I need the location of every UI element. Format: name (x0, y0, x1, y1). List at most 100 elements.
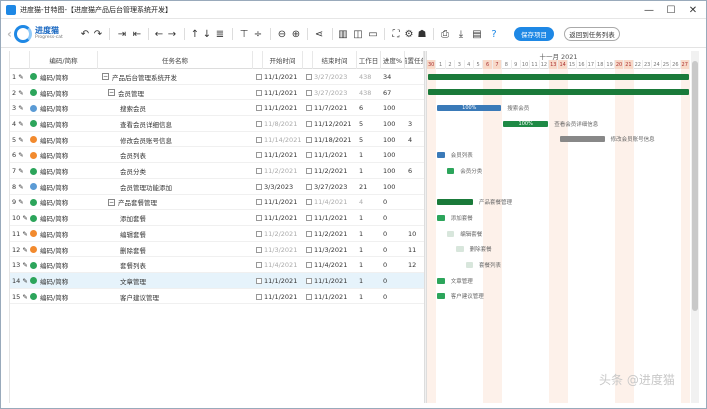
save-project-button[interactable]: 保存项目 (514, 27, 554, 41)
split-icon[interactable]: ÷ (252, 27, 264, 41)
predecessor-cell[interactable] (408, 210, 424, 226)
start-checkbox[interactable] (256, 215, 262, 222)
view-split-icon[interactable]: ◫ (352, 27, 364, 41)
end-checkbox[interactable] (306, 183, 312, 190)
table-row[interactable]: 15 ✎ 编码/简称 客户建议管理 11/1/2021 11/1/2021 1 0 (10, 289, 424, 305)
predecessor-cell[interactable] (408, 195, 424, 211)
end-date-cell[interactable]: 11/18/2021 (306, 132, 356, 148)
indent-icon[interactable]: ⇥ (115, 27, 129, 41)
header-workdays[interactable]: 工作日 (357, 51, 381, 69)
end-checkbox[interactable] (306, 120, 312, 127)
table-row[interactable]: 14 ✎ 编码/简称 文章管理 11/1/2021 11/1/2021 1 0 (10, 273, 424, 289)
progress-cell[interactable]: 100 (383, 100, 405, 116)
task-name-cell[interactable]: 编辑套餐 (120, 226, 253, 242)
end-checkbox[interactable] (306, 246, 312, 253)
table-row[interactable]: 11 ✎ 编码/简称 编辑套餐 11/2/2021 11/2/2021 1 0 10 (10, 226, 424, 242)
code-cell[interactable]: 编码/简称 (30, 116, 98, 132)
task-name-cell[interactable]: 会员分类 (120, 163, 253, 179)
start-date-cell[interactable]: 11/1/2021 (256, 195, 304, 211)
task-name-cell[interactable]: 会员管理功能添加 (120, 179, 253, 195)
workdays-cell[interactable]: 5 (359, 132, 381, 148)
gantt-bar[interactable]: 100% (503, 120, 549, 127)
end-checkbox[interactable] (306, 89, 312, 96)
task-name-cell[interactable]: 修改会员账号信息 (120, 132, 253, 148)
start-checkbox[interactable] (256, 277, 262, 284)
header-progress[interactable]: 进度% (381, 51, 405, 69)
task-name-cell[interactable]: 会员列表 (120, 148, 253, 164)
end-checkbox[interactable] (306, 105, 312, 112)
workdays-cell[interactable]: 1 (359, 226, 381, 242)
vertical-scrollbar[interactable] (691, 51, 699, 403)
move-left-icon[interactable]: ← (153, 27, 165, 41)
progress-cell[interactable]: 100 (383, 132, 405, 148)
start-checkbox[interactable] (256, 183, 262, 190)
workdays-cell[interactable]: 5 (359, 116, 381, 132)
gantt-bar[interactable] (428, 73, 690, 80)
table-row[interactable]: 8 ✎ 编码/简称 会员管理功能添加 3/3/2023 3/27/2023 21 100 (10, 179, 424, 195)
workdays-cell[interactable]: 4 (359, 195, 381, 211)
gantt-bar[interactable] (437, 199, 473, 206)
gantt-bar[interactable] (437, 152, 445, 158)
header-start-time[interactable]: 开始时间 (263, 51, 303, 69)
progress-cell[interactable]: 100 (383, 148, 405, 164)
code-cell[interactable]: 编码/简称 (30, 179, 98, 195)
table-row[interactable]: 1 ✎ 编码/简称 − 产品后台管理系统开发 11/1/2021 3/27/2023 438… (10, 69, 424, 85)
predecessor-cell[interactable]: 3 (408, 116, 424, 132)
return-to-task-list-button[interactable]: 返回到任务列表 (564, 27, 620, 41)
start-date-cell[interactable]: 11/14/2021 (256, 132, 304, 148)
start-date-cell[interactable]: 11/1/2021 (256, 210, 304, 226)
header-end-toggle[interactable] (303, 51, 313, 69)
print-icon[interactable]: ⎙ (439, 27, 451, 41)
task-name-cell[interactable]: 搜索会员 (120, 100, 253, 116)
move-up-icon[interactable]: ↑ (190, 27, 200, 41)
sort-icon[interactable]: ≣ (214, 27, 226, 41)
task-name-cell[interactable]: 套餐列表 (120, 257, 253, 273)
end-checkbox[interactable] (306, 262, 312, 269)
workdays-cell[interactable]: 1 (359, 273, 381, 289)
end-checkbox[interactable] (306, 168, 312, 175)
start-date-cell[interactable]: 11/2/2021 (256, 226, 304, 242)
progress-cell[interactable]: 100 (383, 116, 405, 132)
progress-cell[interactable]: 34 (383, 69, 405, 85)
end-date-cell[interactable]: 11/4/2021 (306, 195, 356, 211)
end-date-cell[interactable]: 11/1/2021 (306, 273, 356, 289)
workdays-cell[interactable]: 438 (359, 69, 381, 85)
header-task-name[interactable]: 任务名称 (98, 51, 253, 69)
collapse-icon[interactable]: − (108, 198, 115, 206)
resource-icon[interactable]: ⚙ (403, 27, 415, 41)
end-date-cell[interactable]: 3/27/2023 (306, 179, 356, 195)
header-code[interactable]: 编码/简称 (30, 51, 98, 69)
table-row[interactable]: 5 ✎ 编码/简称 修改会员账号信息 11/14/2021 11/18/2021 5 100… (10, 132, 424, 148)
start-checkbox[interactable] (256, 262, 262, 269)
progress-cell[interactable]: 0 (383, 289, 405, 305)
gantt-bar[interactable] (437, 293, 445, 300)
progress-cell[interactable]: 100 (383, 179, 405, 195)
code-cell[interactable]: 编码/简称 (30, 163, 98, 179)
code-cell[interactable]: 编码/简称 (30, 210, 98, 226)
start-checkbox[interactable] (256, 73, 262, 80)
outdent-icon[interactable]: ⇤ (130, 27, 144, 41)
workdays-cell[interactable]: 1 (359, 242, 381, 258)
workdays-cell[interactable]: 438 (359, 85, 381, 101)
end-date-cell[interactable]: 11/4/2021 (306, 257, 356, 273)
table-row[interactable]: 12 ✎ 编码/简称 删除套餐 11/3/2021 11/3/2021 1 0 11 (10, 242, 424, 258)
table-row[interactable]: 9 ✎ 编码/简称 − 产品套餐管理 11/1/2021 11/4/2021 4 0 (10, 195, 424, 211)
code-cell[interactable]: 编码/简称 (30, 257, 98, 273)
insert-row-icon[interactable]: ⊤ (238, 27, 250, 41)
start-date-cell[interactable]: 11/1/2021 (256, 85, 304, 101)
table-row[interactable]: 7 ✎ 编码/简称 会员分类 11/2/2021 11/2/2021 1 100 6 (10, 163, 424, 179)
move-right-icon[interactable]: → (166, 27, 178, 41)
code-cell[interactable]: 编码/简称 (30, 242, 98, 258)
workdays-cell[interactable]: 1 (359, 148, 381, 164)
scrollbar-thumb[interactable] (692, 61, 698, 311)
maximize-button[interactable]: ☐ (660, 1, 682, 19)
progress-cell[interactable]: 100 (383, 163, 405, 179)
end-date-cell[interactable]: 11/2/2021 (306, 226, 356, 242)
task-name-cell[interactable]: 客户建议管理 (120, 289, 253, 305)
code-cell[interactable]: 编码/简称 (30, 273, 98, 289)
predecessor-cell[interactable] (408, 289, 424, 305)
progress-cell[interactable]: 67 (383, 85, 405, 101)
predecessor-cell[interactable] (408, 148, 424, 164)
export-icon[interactable]: ⤓ (455, 27, 467, 41)
start-date-cell[interactable]: 11/4/2021 (256, 257, 304, 273)
